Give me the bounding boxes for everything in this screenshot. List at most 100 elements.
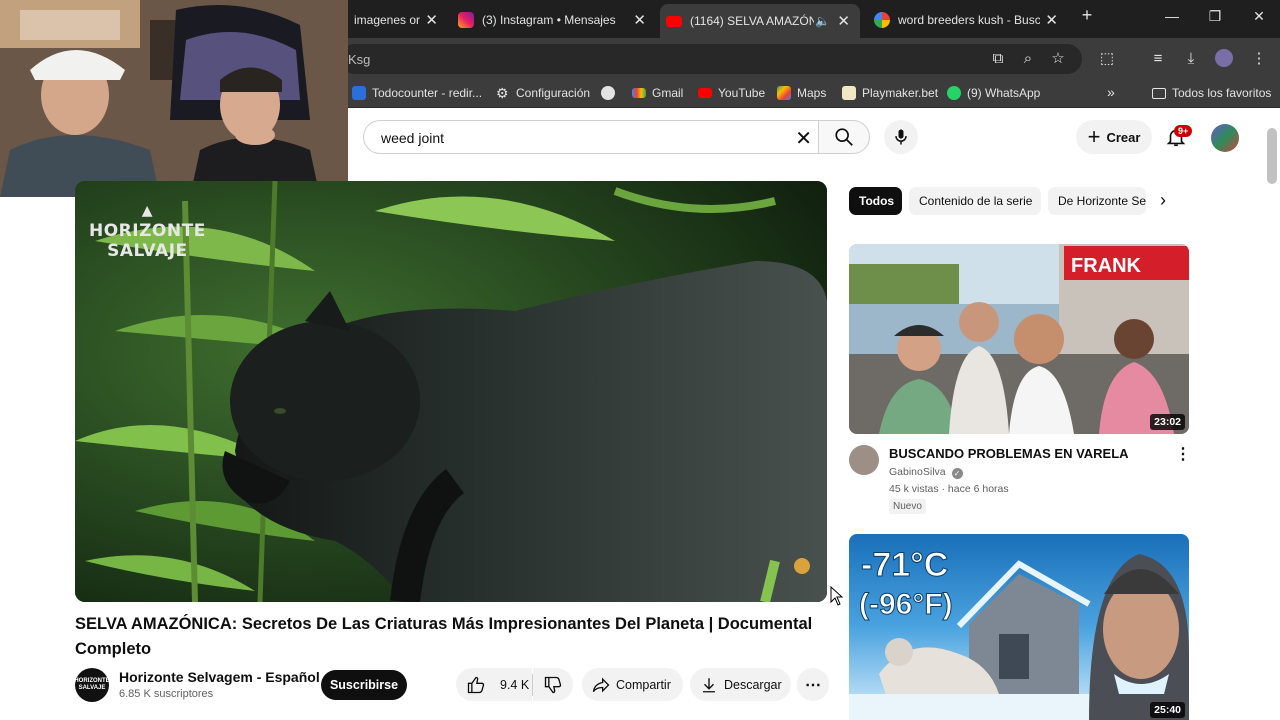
video-duration: 23:02	[1150, 414, 1185, 430]
plus-icon: +	[1087, 124, 1101, 149]
bookmark-playmaker[interactable]: Playmaker.bet	[842, 86, 938, 100]
bookmark-whatsapp[interactable]: (9) WhatsApp	[947, 86, 1040, 100]
close-window-icon[interactable]: ✕	[1244, 8, 1274, 25]
account-avatar[interactable]	[1211, 124, 1239, 152]
search-icon	[835, 128, 853, 146]
watermark-line-2: SALVAJE	[107, 241, 188, 261]
tab-imagenes[interactable]: imagenes or ✕	[348, 6, 448, 34]
download-icon	[703, 677, 715, 692]
tab-youtube-active[interactable]: (1164) SELVA AMAZÓNI 🔈 ✕	[660, 4, 860, 38]
more-bookmarks-icon[interactable]: »	[1107, 84, 1115, 100]
recommendation-channel[interactable]: GabinoSilva ✓	[889, 466, 963, 479]
bookmark-label: YouTube	[718, 86, 766, 100]
page-scrollbar-track[interactable]	[1264, 120, 1280, 720]
thumbnail-text-2: (-96°F)	[859, 588, 953, 621]
channel-avatar[interactable]	[849, 445, 879, 475]
clear-search-icon[interactable]: ✕	[795, 126, 812, 151]
bookmark-label: Todocounter - redir...	[372, 86, 483, 100]
bookmark-maps[interactable]: Maps	[777, 86, 826, 100]
close-tab-icon[interactable]: ✕	[425, 11, 438, 29]
bookmark-gmail[interactable]: Gmail	[632, 86, 683, 100]
playmaker-icon	[842, 86, 856, 100]
dislike-button[interactable]	[533, 668, 573, 701]
extensions-icon[interactable]: ⬚	[1097, 49, 1117, 69]
speaker-icon[interactable]: 🔈	[815, 14, 830, 28]
bookmark-todocounter[interactable]: Todocounter - redir...	[352, 86, 482, 100]
verified-badge-icon: ✓	[951, 468, 963, 479]
share-button[interactable]: Compartir	[582, 668, 683, 701]
more-actions-button[interactable]: ⋯	[797, 668, 829, 701]
channel-name[interactable]: Horizonte Selvagem - Español	[119, 669, 320, 685]
search-input[interactable]: weed joint ✕	[363, 120, 818, 154]
recommendation-meta: 45 k vistas · hace 6 horas	[889, 483, 1009, 495]
tab-instagram[interactable]: (3) Instagram • Mensajes ✕	[452, 6, 656, 34]
download-icon[interactable]: ⤓	[1181, 49, 1201, 69]
more-options-icon[interactable]: ⋮	[1175, 444, 1191, 464]
search-button[interactable]	[818, 120, 870, 154]
create-button[interactable]: + Crear	[1076, 120, 1152, 154]
more-horizontal-icon: ⋯	[805, 676, 821, 694]
new-badge: Nuevo	[889, 499, 926, 514]
bookmark-globe[interactable]	[601, 86, 621, 100]
url-text: Ksg	[348, 52, 371, 67]
youtube-icon	[698, 88, 712, 98]
recommendation-title[interactable]: BUSCANDO PROBLEMAS EN VARELA	[889, 446, 1129, 461]
new-tab-icon[interactable]: +	[1072, 5, 1102, 26]
create-label: Crear	[1106, 129, 1141, 145]
profile-avatar[interactable]	[1215, 49, 1233, 67]
bookmark-label: Gmail	[652, 86, 684, 100]
minimize-icon[interactable]: —	[1157, 8, 1187, 24]
gmail-icon	[632, 88, 646, 98]
restore-icon[interactable]: ❐	[1200, 8, 1230, 25]
chip-label: De Horizonte Se	[1058, 194, 1146, 208]
chip-serie[interactable]: Contenido de la serie	[909, 187, 1041, 215]
bookmark-youtube[interactable]: YouTube	[698, 86, 765, 100]
search-query: weed joint	[381, 130, 445, 146]
video-player[interactable]: ▲ HORIZONTE SALVAJE	[75, 181, 827, 602]
zoom-icon[interactable]: ⌕	[1018, 49, 1038, 69]
close-tab-icon[interactable]: ✕	[1045, 11, 1058, 29]
video-title: SELVA AMAZÓNICA: Secretos De Las Criatur…	[75, 615, 813, 658]
thumbs-down-icon	[544, 676, 562, 693]
globe-icon	[601, 86, 615, 100]
youtube-icon	[666, 15, 682, 27]
subscribe-label: Suscribirse	[329, 678, 399, 692]
webcam-feed-image	[0, 0, 348, 197]
subscriber-count: 6.85 K suscriptores	[119, 688, 214, 700]
recommendation-thumbnail[interactable]: -71°C (-96°F) 25:40	[849, 534, 1189, 720]
address-bar[interactable]: Ksg ⧉ ⌕ ☆	[340, 44, 1082, 74]
watermark-logo-icon: ▲	[141, 203, 154, 219]
channel-watermark: ▲ HORIZONTE SALVAJE	[89, 201, 206, 261]
channel-name: GabinoSilva	[889, 466, 946, 478]
thumbnail-image: -71°C (-96°F)	[849, 534, 1189, 720]
page-scrollbar-thumb[interactable]	[1267, 128, 1277, 184]
mouse-cursor-icon	[830, 585, 844, 611]
google-icon	[874, 12, 890, 28]
tab-google[interactable]: word breeders kush - Busca ✕	[868, 6, 1068, 34]
gear-icon: ⚙	[496, 85, 509, 101]
bookmark-configuracion[interactable]: ⚙ Configuración	[496, 86, 590, 100]
bookmark-favicon-icon	[352, 86, 366, 100]
channel-avatar[interactable]: HORIZONTE SALVAJE	[74, 668, 110, 702]
bookmark-label: Configuración	[516, 86, 591, 100]
webcam-overlay	[0, 0, 348, 197]
subscribe-button[interactable]: Suscribirse	[321, 670, 407, 700]
bookmark-star-icon[interactable]: ☆	[1048, 49, 1068, 69]
media-controls-icon[interactable]: ≡	[1148, 49, 1168, 69]
recommendation-thumbnail[interactable]: FRANK 23:02	[849, 244, 1189, 434]
voice-search-button[interactable]	[884, 120, 918, 154]
instagram-icon	[458, 12, 474, 28]
all-bookmarks[interactable]: Todos los favoritos	[1152, 86, 1271, 100]
watermark-line-1: HORIZONTE	[89, 221, 206, 241]
close-tab-icon[interactable]: ✕	[633, 11, 646, 29]
like-button[interactable]: 9.4 K	[456, 668, 532, 701]
chip-todos[interactable]: Todos	[849, 187, 902, 215]
download-button[interactable]: Descargar	[690, 668, 791, 701]
chevron-right-icon[interactable]: ›	[1160, 190, 1166, 211]
chip-channel[interactable]: De Horizonte Se	[1048, 187, 1146, 215]
close-tab-icon[interactable]: ✕	[837, 12, 850, 30]
install-app-icon[interactable]: ⧉	[988, 49, 1008, 69]
thumbnail-text-1: -71°C	[861, 546, 948, 584]
like-count: 9.4 K	[500, 677, 530, 692]
menu-dots-icon[interactable]: ⋮	[1249, 49, 1269, 69]
